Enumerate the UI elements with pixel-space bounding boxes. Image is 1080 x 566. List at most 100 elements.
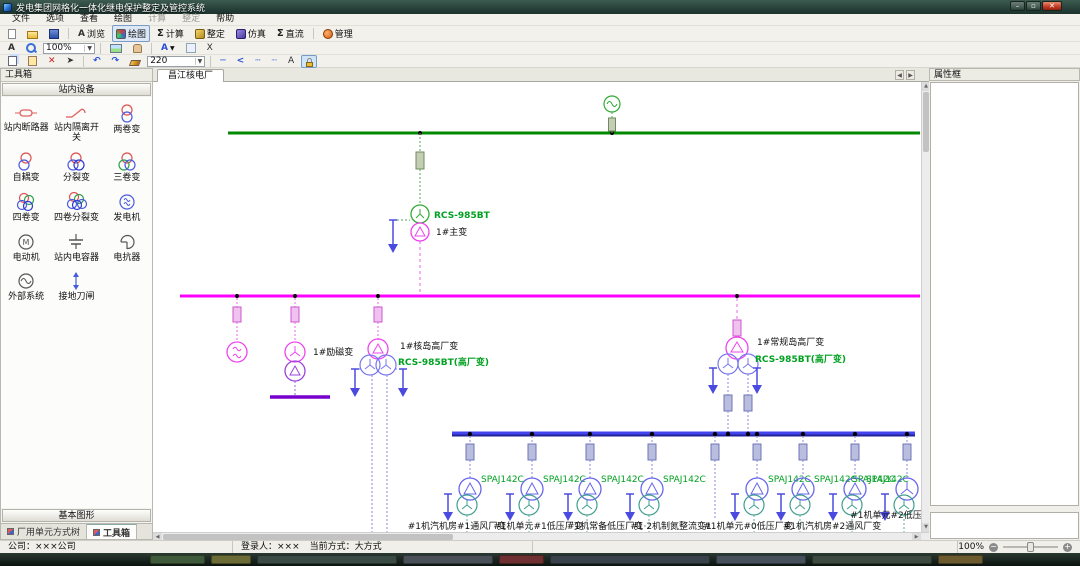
rotate-right-button[interactable]: ↷ (108, 54, 124, 68)
line-icon: ─ (220, 56, 225, 66)
label-main-transformer: 1#主变 (436, 226, 467, 238)
pointer-button[interactable]: ➤ (63, 54, 79, 68)
single-line-diagram[interactable]: RCS-985BT 1#主变 (153, 82, 921, 532)
properties-footer[interactable] (930, 512, 1079, 539)
tab-plant-unit-tree[interactable]: 厂用单元方式树 (1, 524, 87, 539)
menu-item-file[interactable]: 文件 (4, 14, 38, 25)
zoom-slider[interactable] (1003, 546, 1058, 548)
taskbar-item[interactable] (403, 555, 493, 564)
taskbar-item[interactable] (550, 555, 710, 564)
taskbar-item[interactable] (211, 555, 251, 564)
select-mode-button[interactable] (182, 41, 200, 55)
zoom-out-button[interactable]: − (989, 543, 998, 552)
palette-item-autotransformer[interactable]: 自耦变 (1, 149, 51, 189)
taskbar-item[interactable] (257, 555, 397, 564)
palette-item-ground-switch[interactable]: 接地刀闸 (51, 268, 101, 308)
lock-button[interactable] (301, 55, 317, 68)
taskbar-item[interactable] (150, 555, 205, 564)
taskbar-item[interactable] (812, 555, 932, 564)
external-system-symbol[interactable] (604, 96, 620, 133)
taskbar-item[interactable] (716, 555, 806, 564)
font-button[interactable]: A▼ (157, 41, 179, 55)
window-title: 发电集团网格化一体化继电保护整定及管控系统 (16, 1, 205, 14)
close-button[interactable]: ✕ (1042, 1, 1062, 11)
status-user-mode: 登录人：××× 当前方式：大方式 (233, 541, 533, 554)
menu-item-help[interactable]: 帮助 (208, 14, 242, 25)
minimize-button[interactable]: – (1010, 1, 1025, 11)
three-winding-transformer-icon (114, 152, 140, 172)
palette-item-two-winding-transformer[interactable]: 两卷变 (102, 101, 152, 149)
zoom-select[interactable]: 100% ▼ (43, 43, 95, 54)
dash-line-button[interactable]: ┄ (251, 54, 264, 68)
browse-button[interactable]: A浏览 (74, 25, 109, 42)
lv-bus-blue[interactable] (452, 433, 915, 436)
setting-button[interactable]: 整定 (191, 25, 229, 42)
conventional-aux-transformer-symbol[interactable] (708, 298, 762, 433)
section-station-devices[interactable]: 站内设备 (2, 83, 151, 96)
canvas-horizontal-scrollbar[interactable]: ◀ ▶ (153, 532, 929, 540)
palette-item-split-transformer[interactable]: 分裂变 (51, 149, 101, 189)
palette-item-three-winding-transformer[interactable]: 三卷变 (102, 149, 152, 189)
menu-item-options[interactable]: 选项 (38, 14, 72, 25)
lv-feeder-line[interactable] (711, 436, 719, 520)
export-image-button[interactable] (106, 42, 126, 55)
dot-line-button[interactable]: ┈ (268, 54, 281, 68)
calc-button[interactable]: Σ计算 (153, 25, 188, 42)
ground-arrow-icon (625, 512, 635, 521)
print-button[interactable]: A (4, 41, 19, 55)
rotate-left-button[interactable]: ↶ (89, 54, 105, 68)
dc-button[interactable]: Σ直流 (273, 25, 308, 42)
svg-text:M: M (23, 238, 30, 247)
palette-item-breaker[interactable]: 站内断路器 (1, 101, 51, 149)
tab-scroll-right-icon[interactable]: ▶ (906, 70, 915, 80)
new-button[interactable] (4, 27, 20, 41)
palette-item-generator[interactable]: 发电机 (102, 189, 152, 229)
line-button[interactable]: ─ (216, 54, 229, 68)
section-basic-graphics[interactable]: 基本图形 (2, 509, 151, 522)
angle-select[interactable]: 220 ▼ (147, 56, 205, 67)
pan-button[interactable] (129, 42, 146, 55)
generator-symbol[interactable] (227, 298, 247, 362)
clear-button[interactable]: X (203, 41, 217, 55)
lv-transformer-symbol[interactable] (443, 436, 481, 532)
polyline-button[interactable]: < (233, 54, 249, 68)
taskbar-item[interactable] (499, 555, 544, 564)
taskbar-item[interactable] (938, 555, 983, 564)
magnifier-icon (26, 43, 36, 53)
brush-button[interactable] (126, 55, 144, 68)
delete-button[interactable]: ✕ (44, 54, 60, 68)
palette-item-reactor[interactable]: 电抗器 (102, 229, 152, 269)
palette-item-four-winding-split-transformer[interactable]: 四卷分裂变 (51, 189, 101, 229)
menu-item-draw[interactable]: 绘图 (106, 14, 140, 25)
zoom-tool-button[interactable] (22, 41, 40, 55)
canvas-vertical-scrollbar[interactable]: ▲ ▼ (921, 82, 929, 532)
tab-scroll-left-icon[interactable]: ◀ (895, 70, 904, 80)
properties-content[interactable] (930, 82, 1079, 506)
text-button[interactable]: A (284, 54, 298, 68)
relay-label-nuclear-aux: RCS-985BT(高厂变) (398, 356, 489, 368)
zoom-slider-knob[interactable] (1027, 542, 1034, 552)
draw-button[interactable]: 绘图 (112, 25, 150, 42)
nuclear-aux-transformer-symbol[interactable] (350, 298, 408, 532)
toolbox-tab-icon (93, 529, 100, 536)
open-button[interactable] (23, 27, 42, 41)
palette-item-external-system[interactable]: 外部系统 (1, 268, 51, 308)
main-transformer-symbol[interactable] (388, 133, 429, 295)
maximize-button[interactable]: ▫ (1026, 1, 1041, 11)
palette-item-four-winding-transformer[interactable]: 四卷变 (1, 189, 51, 229)
document-tab-changjiang[interactable]: 昌江核电厂 (157, 69, 224, 82)
browse-icon: A (78, 29, 85, 39)
zoom-in-button[interactable]: + (1063, 543, 1072, 552)
palette-item-capacitor[interactable]: 站内电容器 (51, 229, 101, 269)
palette-item-disconnector[interactable]: 站内隔离开关 (51, 101, 101, 149)
paste-button[interactable] (24, 54, 41, 68)
simulation-button[interactable]: 仿真 (232, 25, 270, 42)
menu-item-view[interactable]: 查看 (72, 14, 106, 25)
lv-transformer-symbol[interactable] (730, 436, 768, 532)
save-button[interactable] (45, 27, 63, 41)
tab-toolbox[interactable]: 工具箱 (87, 524, 137, 539)
copy-button[interactable] (4, 54, 21, 68)
manage-button[interactable]: 管理 (319, 25, 357, 42)
palette-item-motor[interactable]: M 电动机 (1, 229, 51, 269)
status-mode: 当前方式：大方式 (310, 541, 382, 553)
